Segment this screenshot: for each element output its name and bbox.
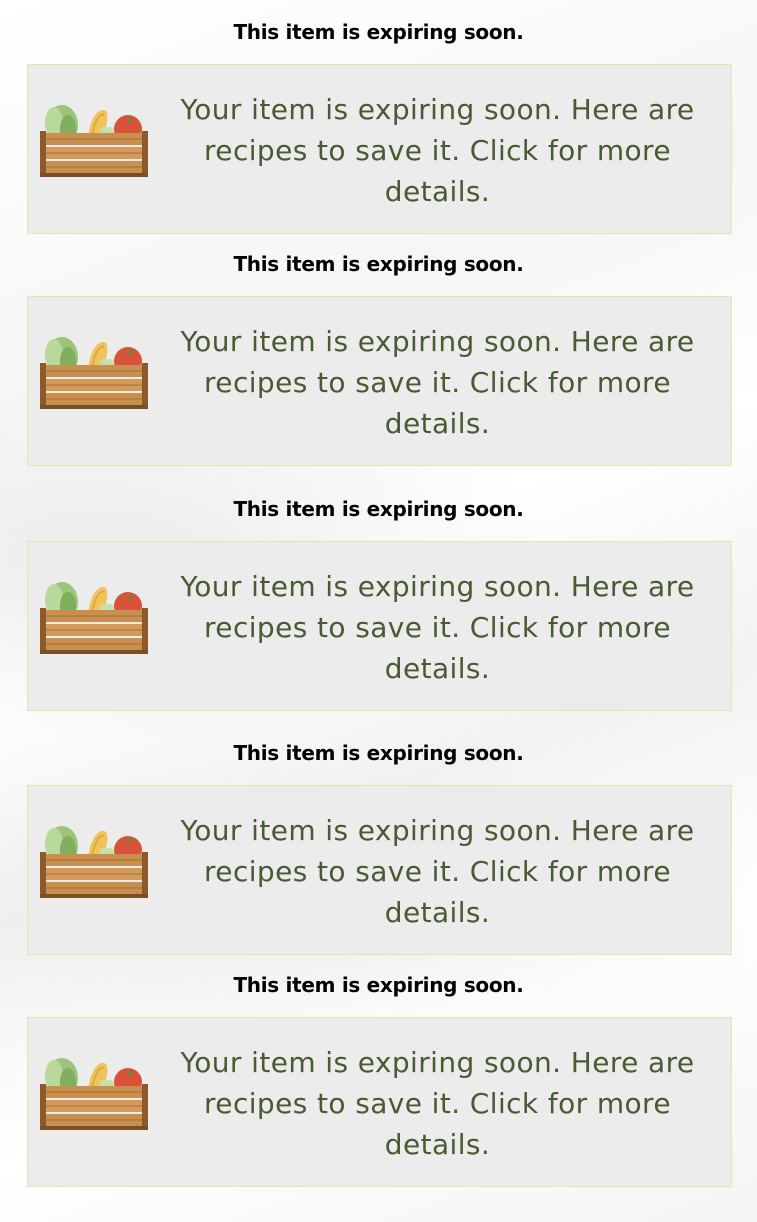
card-message: Your item is expiring soon. Here are rec… bbox=[180, 1046, 695, 1161]
expiring-item-card[interactable]: Your item is expiring soon. Here are rec… bbox=[27, 785, 732, 955]
produce-crate-icon bbox=[40, 582, 148, 654]
expiring-item-card[interactable]: Your item is expiring soon. Here are rec… bbox=[27, 296, 732, 466]
notice-heading: This item is expiring soon. bbox=[233, 973, 524, 997]
card-message: Your item is expiring soon. Here are rec… bbox=[180, 93, 695, 208]
produce-crate-icon bbox=[40, 337, 148, 409]
card-message: Your item is expiring soon. Here are rec… bbox=[180, 570, 695, 685]
notice-heading: This item is expiring soon. bbox=[233, 20, 524, 44]
notice-heading: This item is expiring soon. bbox=[233, 252, 524, 276]
expiring-item-card[interactable]: Your item is expiring soon. Here are rec… bbox=[27, 541, 732, 711]
produce-crate-icon bbox=[40, 105, 148, 177]
produce-crate-icon bbox=[40, 1058, 148, 1130]
expiring-item-card[interactable]: Your item is expiring soon. Here are rec… bbox=[27, 1017, 732, 1187]
produce-crate-icon bbox=[40, 826, 148, 898]
notice-heading: This item is expiring soon. bbox=[233, 741, 524, 765]
expiring-item-card[interactable]: Your item is expiring soon. Here are rec… bbox=[27, 64, 732, 234]
card-message: Your item is expiring soon. Here are rec… bbox=[180, 814, 695, 929]
notice-heading: This item is expiring soon. bbox=[233, 497, 524, 521]
card-message: Your item is expiring soon. Here are rec… bbox=[180, 325, 695, 440]
